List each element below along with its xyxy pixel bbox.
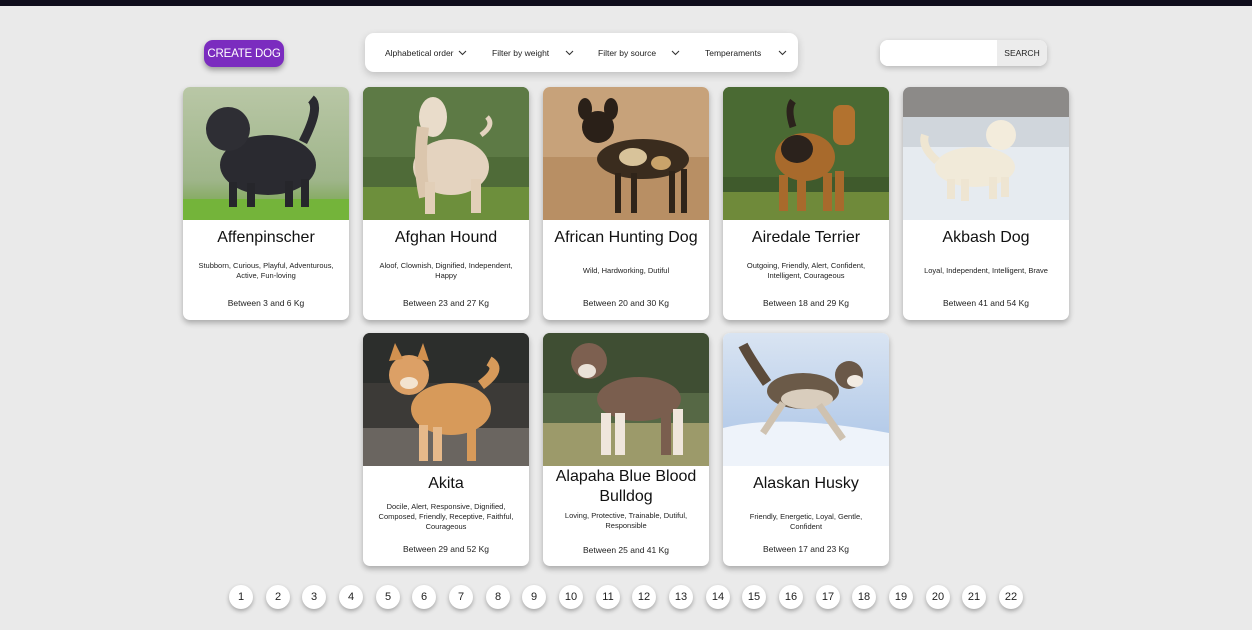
page-button[interactable]: 20 xyxy=(926,585,950,609)
page-button[interactable]: 13 xyxy=(669,585,693,609)
page-button[interactable]: 9 xyxy=(522,585,546,609)
dog-card[interactable]: Airedale Terrier Outgoing, Friendly, Ale… xyxy=(723,87,889,320)
page-button[interactable]: 11 xyxy=(596,585,620,609)
dog-weight: Between 23 and 27 Kg xyxy=(402,298,489,308)
filter-label: Filter by weight xyxy=(492,47,550,58)
chevron-down-icon xyxy=(778,50,787,56)
dog-name: Akita xyxy=(428,475,464,492)
dog-card[interactable]: African Hunting Dog Wild, Hardworking, D… xyxy=(543,87,709,320)
page-button[interactable]: 1 xyxy=(229,585,253,609)
source-filter-select[interactable]: Filter by source xyxy=(598,33,686,72)
create-dog-button[interactable]: CREATE DOG xyxy=(204,40,284,67)
dog-photo xyxy=(363,333,529,466)
dog-card[interactable]: Akbash Dog Loyal, Independent, Intellige… xyxy=(903,87,1069,320)
page-button[interactable]: 18 xyxy=(852,585,876,609)
dog-card[interactable]: Akita Docile, Alert, Responsive, Dignifi… xyxy=(363,333,529,566)
page-button[interactable]: 21 xyxy=(962,585,986,609)
chevron-down-icon xyxy=(458,50,467,56)
page-button[interactable]: 3 xyxy=(302,585,326,609)
dog-photo xyxy=(723,87,889,220)
dog-photo xyxy=(183,87,349,220)
search-input[interactable] xyxy=(880,40,997,66)
page-button[interactable]: 17 xyxy=(816,585,840,609)
dog-card[interactable]: Afghan Hound Aloof, Clownish, Dignified,… xyxy=(363,87,529,320)
filter-label: Temperaments xyxy=(705,47,762,58)
dog-temperaments: Docile, Alert, Responsive, Dignified, Co… xyxy=(378,502,514,531)
page-button[interactable]: 19 xyxy=(889,585,913,609)
page-button[interactable]: 12 xyxy=(632,585,656,609)
page-button[interactable]: 14 xyxy=(706,585,730,609)
temperaments-select[interactable]: Temperaments xyxy=(705,33,793,72)
dog-name: Affenpinscher xyxy=(217,229,315,246)
dog-name: Afghan Hound xyxy=(394,229,498,246)
chevron-down-icon xyxy=(671,50,680,56)
page-button[interactable]: 4 xyxy=(339,585,363,609)
search-bar: SEARCH xyxy=(880,40,1047,66)
dog-name: Alapaha Blue Blood Bulldog xyxy=(555,468,697,505)
page-button[interactable]: 16 xyxy=(779,585,803,609)
dog-name: African Hunting Dog xyxy=(554,229,698,246)
dog-name: Airedale Terrier xyxy=(751,229,861,246)
dog-name: Alaskan Husky xyxy=(753,475,859,492)
dog-weight: Between 20 and 30 Kg xyxy=(582,298,669,308)
dog-card[interactable]: Alapaha Blue Blood Bulldog Loving, Prote… xyxy=(543,333,709,566)
page-button[interactable]: 8 xyxy=(486,585,510,609)
page-button[interactable]: 15 xyxy=(742,585,766,609)
dog-card[interactable]: Alaskan Husky Friendly, Energetic, Loyal… xyxy=(723,333,889,566)
chevron-down-icon xyxy=(565,50,574,56)
page-button[interactable]: 5 xyxy=(376,585,400,609)
dog-weight: Between 3 and 6 Kg xyxy=(227,298,305,308)
page-button[interactable]: 10 xyxy=(559,585,583,609)
dog-photo xyxy=(363,87,529,220)
dog-temperaments: Outgoing, Friendly, Alert, Confident, In… xyxy=(746,261,866,280)
dog-temperaments: Stubborn, Curious, Playful, Adventurous,… xyxy=(198,261,334,280)
dog-weight: Between 18 and 29 Kg xyxy=(762,298,849,308)
dog-weight: Between 41 and 54 Kg xyxy=(942,298,1029,308)
dog-temperaments: Loving, Protective, Trainable, Dutiful, … xyxy=(564,511,688,530)
dog-photo xyxy=(543,87,709,220)
page-button[interactable]: 6 xyxy=(412,585,436,609)
top-bar xyxy=(0,0,1252,6)
dog-weight: Between 29 and 52 Kg xyxy=(402,544,489,554)
dog-name: Akbash Dog xyxy=(942,229,1030,246)
filter-label: Filter by source xyxy=(598,47,657,58)
alphabetical-order-select[interactable]: Alphabetical order xyxy=(385,33,473,72)
dog-temperaments: Friendly, Energetic, Loyal, Gentle, Conf… xyxy=(749,512,863,531)
weight-filter-select[interactable]: Filter by weight xyxy=(492,33,580,72)
page-button[interactable]: 7 xyxy=(449,585,473,609)
page-button[interactable]: 22 xyxy=(999,585,1023,609)
filter-label: Alphabetical order xyxy=(385,47,454,58)
dog-card[interactable]: Affenpinscher Stubborn, Curious, Playful… xyxy=(183,87,349,320)
dog-photo xyxy=(903,87,1069,220)
dog-photo xyxy=(723,333,889,466)
dog-weight: Between 17 and 23 Kg xyxy=(762,544,849,554)
dog-temperaments: Aloof, Clownish, Dignified, Independent,… xyxy=(379,261,513,280)
dog-temperaments: Wild, Hardworking, Dutiful xyxy=(582,266,670,275)
page-button[interactable]: 2 xyxy=(266,585,290,609)
filter-bar: Alphabetical order Filter by weight Filt… xyxy=(365,33,798,72)
dog-temperaments: Loyal, Independent, Intelligent, Brave xyxy=(924,266,1048,275)
dog-weight: Between 25 and 41 Kg xyxy=(582,545,669,555)
search-button[interactable]: SEARCH xyxy=(997,40,1047,66)
dog-photo xyxy=(543,333,709,466)
